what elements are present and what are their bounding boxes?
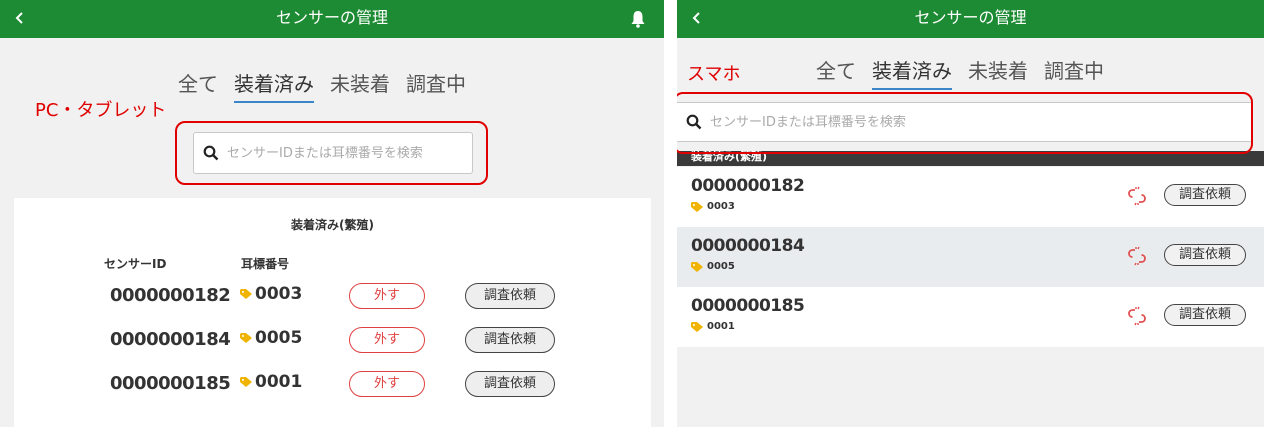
- page-title: センサーの管理: [275, 8, 388, 27]
- sensor-id: 0000000184: [110, 329, 231, 350]
- search-input[interactable]: [227, 145, 457, 161]
- smartphone-screen: センサーの管理 スマホ 全て 装着済み 未装着 調査中 装着済み(繁殖) 000…: [677, 0, 1264, 427]
- table-row: 0000000182 0003 外す 調査依頼: [14, 282, 651, 312]
- tab-investigating[interactable]: 調査中: [406, 68, 466, 103]
- bell-icon[interactable]: [630, 10, 646, 28]
- ear-tag: 0003: [240, 284, 302, 304]
- tag-icon: [240, 333, 252, 343]
- request-investigation-button[interactable]: 調査依頼: [465, 327, 555, 353]
- page-title: センサーの管理: [914, 8, 1027, 27]
- unlink-icon[interactable]: [1127, 306, 1147, 326]
- sensor-id: 0000000185: [110, 373, 231, 394]
- list-item[interactable]: 0000000185 0001 調査依頼: [677, 287, 1264, 347]
- annotation-label: PC・タブレット: [35, 100, 167, 121]
- list-item[interactable]: 0000000182 0003 調査依頼: [677, 167, 1264, 227]
- table-row: 0000000184 0005 外す 調査依頼: [14, 326, 651, 356]
- tab-attached[interactable]: 装着済み: [872, 55, 952, 90]
- filter-tabs: 全て 装着済み 未装着 調査中: [816, 55, 1104, 90]
- request-investigation-button[interactable]: 調査依頼: [1164, 304, 1246, 326]
- filter-tabs: 全て 装着済み 未装着 調査中: [178, 68, 466, 103]
- tag-icon: [240, 289, 252, 299]
- tag-icon: [691, 321, 703, 332]
- search-box: [193, 132, 473, 174]
- tab-all[interactable]: 全て: [178, 68, 218, 103]
- tag-icon: [691, 261, 703, 272]
- list-item[interactable]: 0000000184 0005 調査依頼: [677, 227, 1264, 287]
- sensor-id: 0000000182: [691, 176, 805, 196]
- sensor-id: 0000000184: [691, 236, 805, 256]
- section-title: 装着済み(繁殖): [291, 218, 374, 232]
- remove-button[interactable]: 外す: [349, 283, 425, 309]
- sensor-table-card: 装着済み(繁殖) センサーID 耳標番号 0000000182 0003 外す …: [14, 198, 651, 427]
- pc-tablet-screen: センサーの管理 全て 装着済み 未装着 調査中 PC・タブレット 装着済み(繁殖…: [0, 0, 664, 427]
- app-bar: センサーの管理: [0, 0, 664, 38]
- tab-unattached[interactable]: 未装着: [968, 55, 1028, 90]
- tag-icon: [240, 377, 252, 387]
- request-investigation-button[interactable]: 調査依頼: [465, 371, 555, 397]
- app-bar: センサーの管理: [677, 0, 1264, 38]
- ear-tag: 0005: [240, 328, 302, 348]
- remove-button[interactable]: 外す: [349, 371, 425, 397]
- tab-attached[interactable]: 装着済み: [234, 68, 314, 103]
- sensor-id: 0000000182: [110, 285, 231, 306]
- ear-tag-number: 0003: [707, 201, 735, 212]
- request-investigation-button[interactable]: 調査依頼: [1164, 244, 1246, 266]
- ear-tag: 0001: [691, 321, 735, 332]
- request-investigation-button[interactable]: 調査依頼: [465, 283, 555, 309]
- ear-tag: 0003: [691, 201, 735, 212]
- unlink-icon[interactable]: [1127, 246, 1147, 266]
- ear-tag-number: 0005: [255, 328, 303, 348]
- ear-tag-number: 0001: [255, 372, 303, 392]
- remove-button[interactable]: 外す: [349, 327, 425, 353]
- ear-tag-number: 0001: [707, 321, 735, 332]
- request-investigation-button[interactable]: 調査依頼: [1164, 184, 1246, 206]
- table-row: 0000000185 0001 外す 調査依頼: [14, 370, 651, 400]
- tab-investigating[interactable]: 調査中: [1044, 55, 1104, 90]
- tag-icon: [691, 201, 703, 212]
- ear-tag-number: 0003: [255, 284, 303, 304]
- ear-tag: 0001: [240, 372, 302, 392]
- annotation-highlight-box: [677, 92, 1253, 154]
- ear-tag: 0005: [691, 261, 735, 272]
- column-header-ear-tag: 耳標番号: [241, 257, 290, 271]
- unlink-icon[interactable]: [1127, 186, 1147, 206]
- sensor-id: 0000000185: [691, 296, 805, 316]
- column-header-sensor-id: センサーID: [104, 257, 167, 271]
- tab-unattached[interactable]: 未装着: [330, 68, 390, 103]
- tab-all[interactable]: 全て: [816, 55, 856, 90]
- ear-tag-number: 0005: [707, 261, 735, 272]
- annotation-label: スマホ: [687, 64, 741, 85]
- search-icon: [203, 145, 219, 161]
